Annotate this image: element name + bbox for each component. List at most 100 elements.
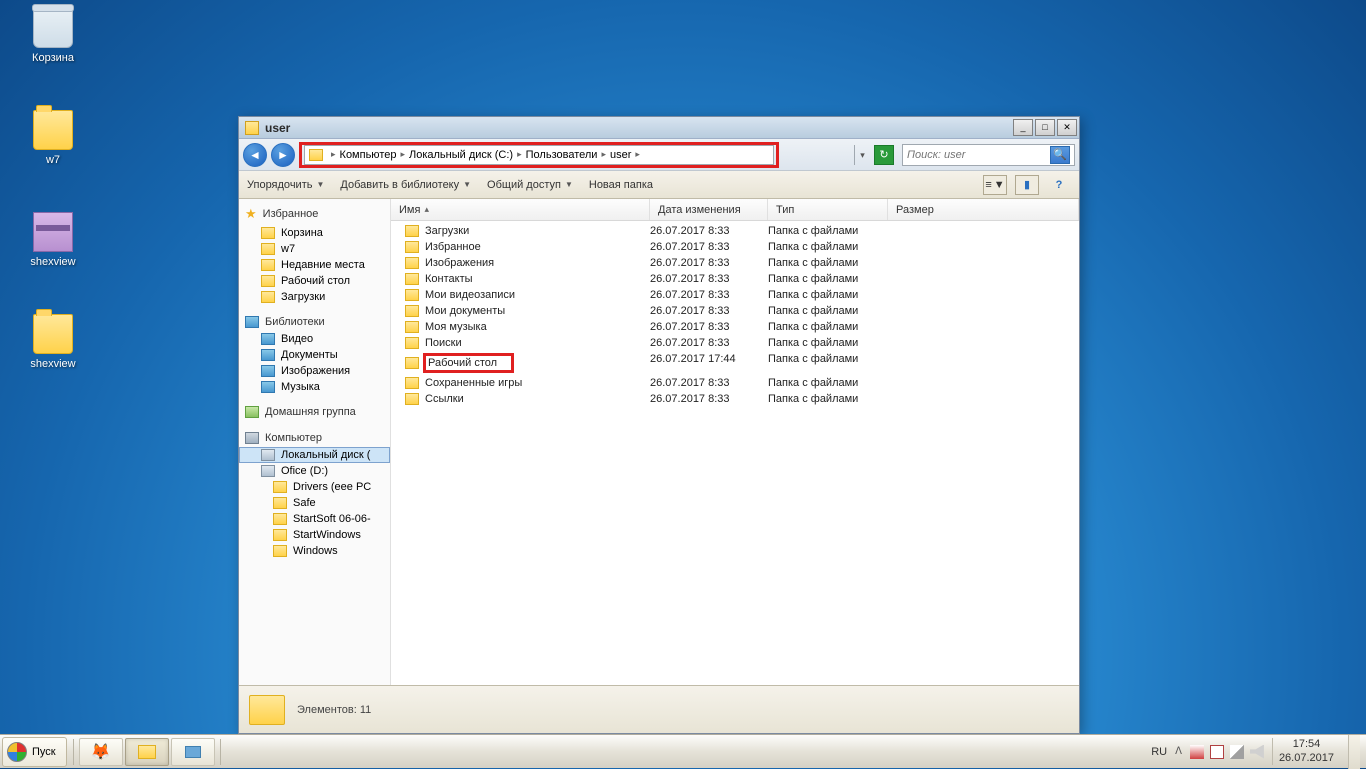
app-taskbar-item[interactable] — [171, 738, 215, 766]
search-box[interactable]: 🔍 — [902, 144, 1075, 166]
breadcrumb-item[interactable]: Компьютер — [340, 149, 397, 161]
file-row[interactable]: Сохраненные игры26.07.2017 8:33Папка с ф… — [391, 375, 1079, 391]
help-button[interactable]: ? — [1047, 175, 1071, 195]
sidebar-item[interactable]: Safe — [239, 495, 390, 511]
windows-logo-icon — [7, 742, 27, 762]
forward-button[interactable]: ► — [271, 143, 295, 167]
sidebar-item[interactable]: StartSoft 06-06- — [239, 511, 390, 527]
file-name: Ссылки — [425, 393, 464, 405]
maximize-button[interactable]: □ — [1035, 119, 1055, 136]
file-type: Папка с файлами — [768, 377, 888, 389]
status-text: Элементов: 11 — [297, 704, 371, 716]
sidebar-item[interactable]: Документы — [239, 347, 390, 363]
file-type: Папка с файлами — [768, 241, 888, 253]
language-indicator[interactable]: RU — [1151, 746, 1167, 758]
folder-icon — [33, 314, 73, 354]
organize-menu[interactable]: Упорядочить▼ — [247, 179, 324, 191]
library-icon — [261, 381, 275, 393]
sidebar-item[interactable]: Недавние места — [239, 257, 390, 273]
sidebar-item[interactable]: w7 — [239, 241, 390, 257]
folder-icon — [261, 291, 275, 303]
file-row[interactable]: Контакты26.07.2017 8:33Папка с файлами — [391, 271, 1079, 287]
add-library-menu[interactable]: Добавить в библиотеку▼ — [340, 179, 471, 191]
start-button[interactable]: Пуск — [2, 737, 67, 767]
firefox-taskbar-item[interactable]: 🦊 — [79, 738, 123, 766]
sidebar-item[interactable]: Музыка — [239, 379, 390, 395]
favorites-section[interactable]: ★Избранное — [239, 203, 390, 225]
file-name: Изображения — [425, 257, 494, 269]
bin-icon — [33, 8, 73, 48]
desktop-icon-shexview[interactable]: shexview — [18, 314, 88, 370]
folder-icon — [273, 513, 287, 525]
file-row[interactable]: Поиски26.07.2017 8:33Папка с файлами — [391, 335, 1079, 351]
file-date: 26.07.2017 8:33 — [650, 273, 768, 285]
date-column[interactable]: Дата изменения — [650, 199, 768, 220]
size-column[interactable]: Размер — [888, 199, 1079, 220]
sidebar-item[interactable]: Корзина — [239, 225, 390, 241]
divider — [220, 739, 221, 765]
computer-section[interactable]: Компьютер — [239, 429, 390, 447]
libraries-section[interactable]: Библиотеки — [239, 313, 390, 331]
window-title: user — [265, 121, 1011, 135]
chevron-icon: ▸ — [601, 149, 606, 160]
homegroup-section[interactable]: Домашняя группа — [239, 403, 390, 421]
address-bar[interactable]: ▸ Компьютер ▸ Локальный диск (C:) ▸ Поль… — [304, 145, 774, 165]
preview-pane-button[interactable]: ▮ — [1015, 175, 1039, 195]
sidebar-item[interactable]: Drivers (eee PC — [239, 479, 390, 495]
search-icon[interactable]: 🔍 — [1050, 146, 1070, 164]
breadcrumb-item[interactable]: Пользователи — [526, 149, 598, 161]
action-center-icon[interactable] — [1210, 745, 1224, 759]
clock[interactable]: 17:54 26.07.2017 — [1272, 738, 1340, 764]
tray-expand[interactable]: ᐱ — [1175, 746, 1182, 757]
sidebar-item[interactable]: Windows — [239, 543, 390, 559]
folder-icon — [273, 497, 287, 509]
titlebar[interactable]: user _ □ ✕ — [239, 117, 1079, 139]
desktop-icon-w7[interactable]: w7 — [18, 110, 88, 166]
file-row[interactable]: Ссылки26.07.2017 8:33Папка с файлами — [391, 391, 1079, 407]
sidebar-item[interactable]: Локальный диск ( — [239, 447, 390, 463]
file-row[interactable]: Загрузки26.07.2017 8:33Папка с файлами — [391, 223, 1079, 239]
file-row[interactable]: Мои документы26.07.2017 8:33Папка с файл… — [391, 303, 1079, 319]
sidebar-item[interactable]: Ofice (D:) — [239, 463, 390, 479]
sidebar-item[interactable]: Загрузки — [239, 289, 390, 305]
explorer-taskbar-item[interactable] — [125, 738, 169, 766]
refresh-button[interactable]: ↻ — [874, 145, 894, 165]
file-row[interactable]: Избранное26.07.2017 8:33Папка с файлами — [391, 239, 1079, 255]
column-headers: Имя▴ Дата изменения Тип Размер — [391, 199, 1079, 221]
sidebar-item[interactable]: StartWindows — [239, 527, 390, 543]
desktop-icon-корзина[interactable]: Корзина — [18, 8, 88, 64]
file-content: Имя▴ Дата изменения Тип Размер Загрузки2… — [391, 199, 1079, 685]
sidebar-item[interactable]: Видео — [239, 331, 390, 347]
new-folder-button[interactable]: Новая папка — [589, 179, 653, 191]
folder-icon — [309, 149, 323, 161]
file-row[interactable]: Моя музыка26.07.2017 8:33Папка с файлами — [391, 319, 1079, 335]
type-column[interactable]: Тип — [768, 199, 888, 220]
address-dropdown[interactable]: ▾ — [854, 145, 870, 165]
minimize-button[interactable]: _ — [1013, 119, 1033, 136]
back-button[interactable]: ◄ — [243, 143, 267, 167]
folder-icon — [405, 257, 419, 269]
volume-icon[interactable] — [1250, 745, 1264, 759]
file-list[interactable]: Загрузки26.07.2017 8:33Папка с файламиИз… — [391, 221, 1079, 685]
file-row[interactable]: Рабочий стол26.07.2017 17:44Папка с файл… — [391, 351, 1079, 375]
desktop-icon-shexview[interactable]: shexview — [18, 212, 88, 268]
view-options[interactable]: ≡▼ — [983, 175, 1007, 195]
file-row[interactable]: Изображения26.07.2017 8:33Папка с файлам… — [391, 255, 1079, 271]
drive-icon — [261, 465, 275, 477]
chevron-icon: ▸ — [635, 149, 640, 160]
folder-icon — [273, 481, 287, 493]
flag-icon[interactable] — [1190, 745, 1204, 759]
share-menu[interactable]: Общий доступ▼ — [487, 179, 573, 191]
file-name: Мои документы — [425, 305, 505, 317]
sidebar-item[interactable]: Изображения — [239, 363, 390, 379]
breadcrumb-item[interactable]: Локальный диск (C:) — [409, 149, 513, 161]
breadcrumb-item[interactable]: user — [610, 149, 631, 161]
network-icon[interactable] — [1230, 745, 1244, 759]
search-input[interactable] — [907, 149, 1050, 161]
navigation-sidebar: ★Избранное Корзинаw7Недавние местаРабочи… — [239, 199, 391, 685]
file-row[interactable]: Мои видеозаписи26.07.2017 8:33Папка с фа… — [391, 287, 1079, 303]
name-column[interactable]: Имя▴ — [391, 199, 650, 220]
show-desktop[interactable] — [1348, 735, 1360, 769]
sidebar-item[interactable]: Рабочий стол — [239, 273, 390, 289]
close-button[interactable]: ✕ — [1057, 119, 1077, 136]
